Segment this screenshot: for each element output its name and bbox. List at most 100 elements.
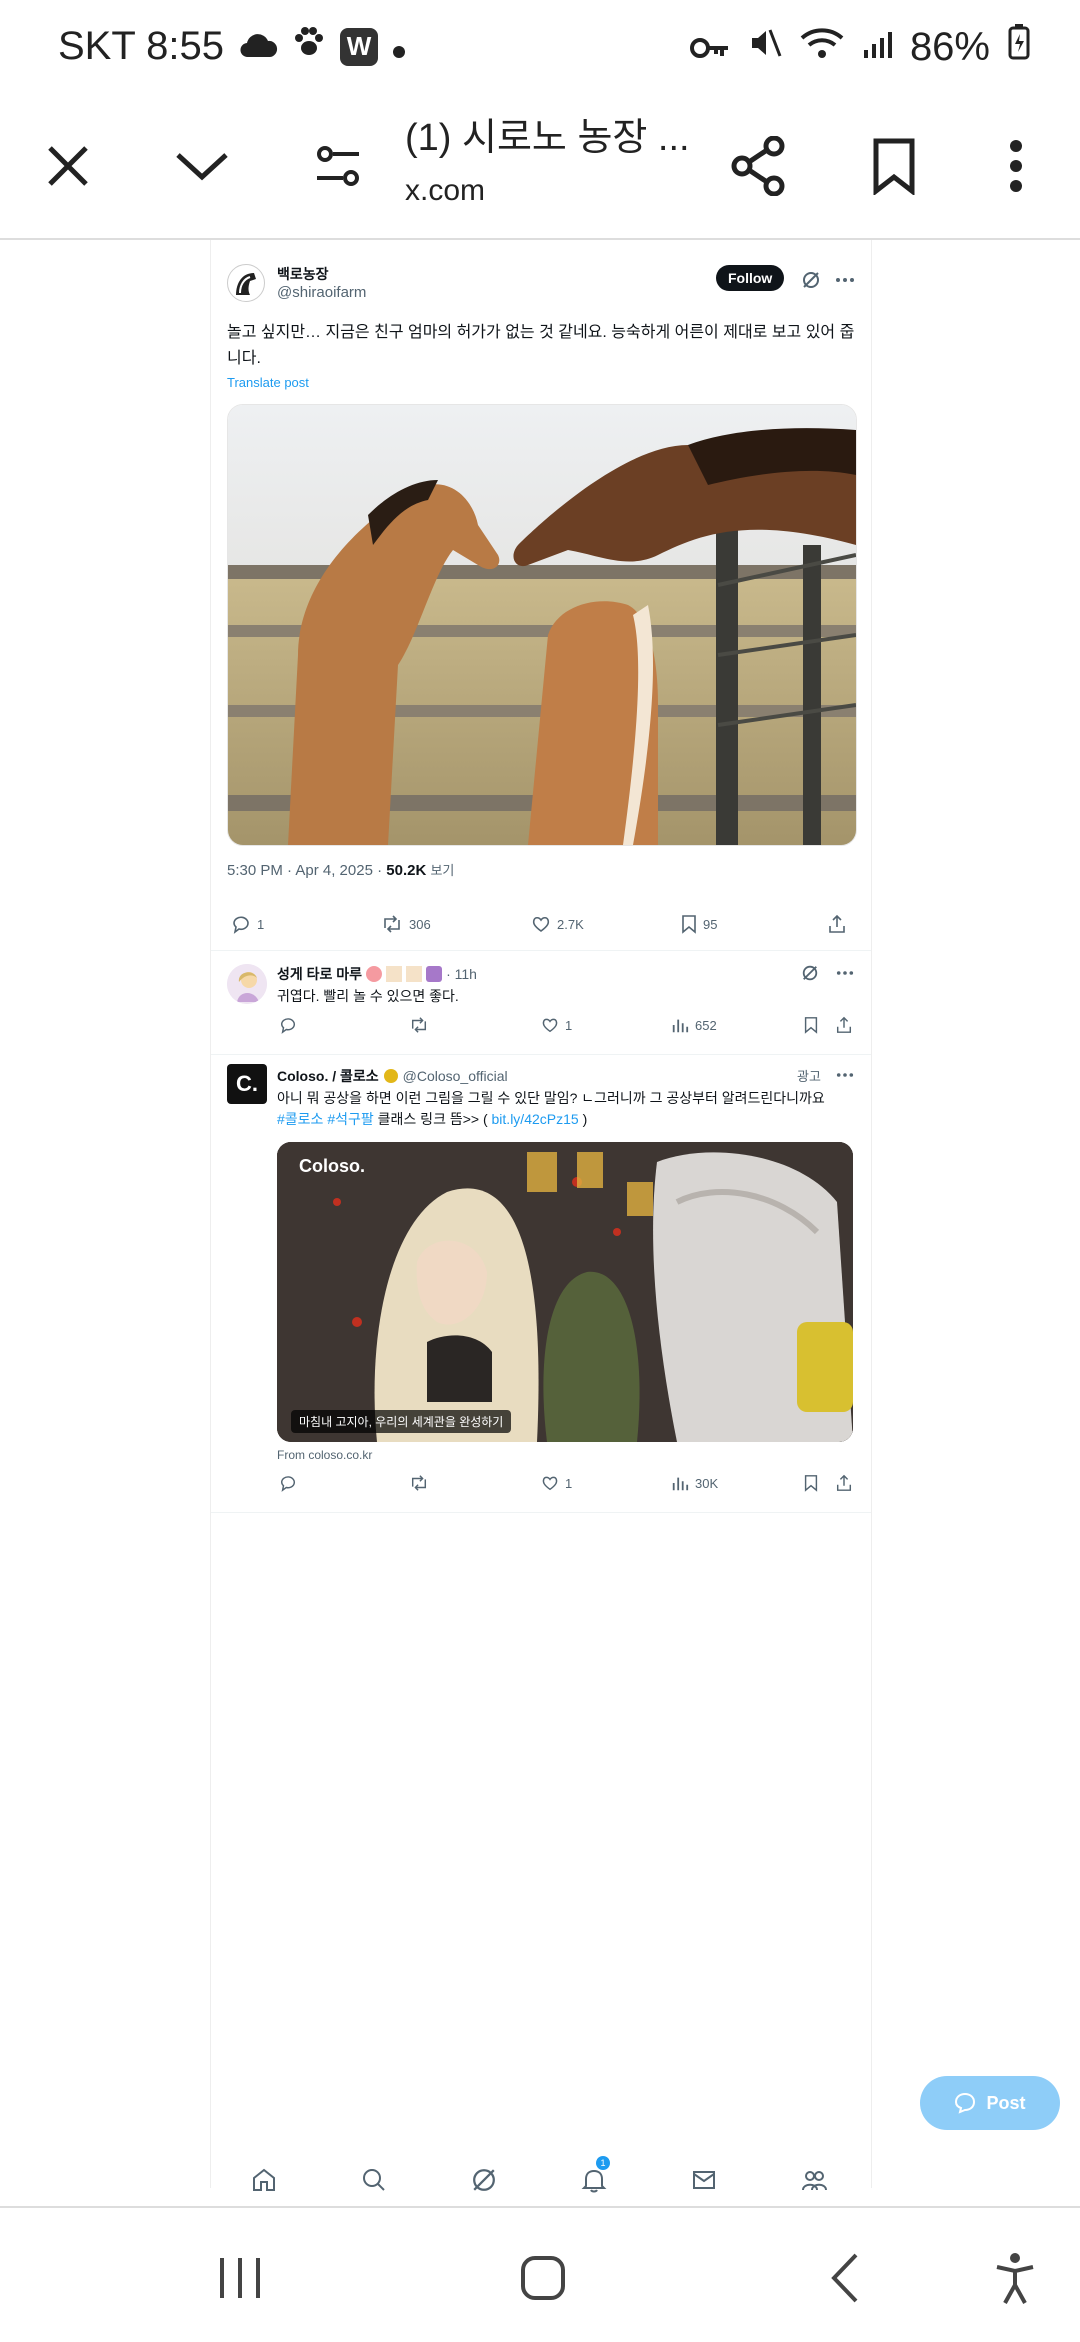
bookmark-count: 95 bbox=[703, 916, 718, 932]
home-system-button[interactable] bbox=[508, 2248, 578, 2308]
reply-time[interactable]: · 11h bbox=[446, 966, 477, 982]
reply-button[interactable] bbox=[279, 1474, 297, 1492]
share-post-button[interactable] bbox=[827, 914, 847, 934]
compose-post-button[interactable]: Post bbox=[920, 2076, 1060, 2130]
bookmark-button[interactable] bbox=[854, 126, 934, 206]
reply-button[interactable]: 1 bbox=[231, 914, 264, 934]
nav-messages[interactable] bbox=[686, 2162, 722, 2198]
views-button[interactable]: 652 bbox=[671, 1016, 717, 1034]
ad-label: 광고 bbox=[797, 1069, 821, 1084]
app-badge-icon: W bbox=[340, 27, 379, 66]
nav-notifications[interactable]: 1 bbox=[576, 2156, 612, 2198]
follow-button[interactable]: Follow bbox=[716, 265, 785, 291]
nav-search[interactable] bbox=[356, 2162, 392, 2198]
coloso-logo[interactable]: C. bbox=[227, 1064, 267, 1104]
settings-sliders-icon bbox=[317, 146, 359, 186]
verified-gold-icon bbox=[383, 1069, 398, 1083]
avatar[interactable] bbox=[227, 964, 267, 1004]
like-button[interactable]: 1 bbox=[541, 1474, 572, 1492]
repost-icon bbox=[384, 915, 400, 933]
repost-icon bbox=[411, 1017, 427, 1033]
recents-button[interactable] bbox=[205, 2248, 275, 2308]
share-post-button[interactable] bbox=[835, 1016, 853, 1034]
card-source[interactable]: From coloso.co.kr bbox=[277, 1448, 372, 1462]
ad-more-button[interactable] bbox=[835, 1066, 855, 1089]
close-button[interactable] bbox=[28, 126, 108, 206]
post-display-name[interactable]: 백로농장 bbox=[277, 264, 329, 284]
analytics-icon bbox=[672, 1477, 689, 1491]
share-upload-icon bbox=[836, 1016, 852, 1033]
ad-card-image[interactable]: Coloso. 마침내 고지아, 우리의 세계관을 완성하기 bbox=[277, 1142, 853, 1442]
grok-button[interactable] bbox=[801, 270, 821, 295]
post-timestamp[interactable]: 5:30 PM · Apr 4, 2025 · bbox=[227, 862, 382, 879]
grok-icon bbox=[802, 965, 818, 981]
avatar-illustration-icon bbox=[227, 964, 267, 1004]
emoji-square-icon bbox=[386, 966, 403, 982]
post-image[interactable] bbox=[227, 404, 857, 846]
post-views-label: 보기 bbox=[430, 863, 455, 878]
ad-handle[interactable]: @Coloso_official bbox=[403, 1068, 508, 1084]
card-caption: 마침내 고지아, 우리의 세계관을 완성하기 bbox=[291, 1410, 512, 1433]
back-button[interactable] bbox=[810, 2248, 880, 2308]
notification-badge: 1 bbox=[596, 2156, 610, 2170]
ad-text: 아니 뭐 공상을 하면 이런 그림을 그릴 수 있단 말임? ㄴ그러니까 그 공… bbox=[277, 1090, 825, 1106]
chevron-down-icon bbox=[176, 153, 228, 181]
nav-communities[interactable] bbox=[796, 2162, 832, 2198]
views-button[interactable]: 30K bbox=[671, 1474, 718, 1492]
grok-icon bbox=[473, 2169, 495, 2191]
grok-button[interactable] bbox=[801, 964, 819, 987]
reply-display-name[interactable]: 성게 타로 마루 bbox=[277, 964, 362, 984]
ad-text: 클래스 링크 뜸>> ( bbox=[377, 1111, 488, 1127]
page-url[interactable]: x.com bbox=[405, 174, 485, 208]
search-icon bbox=[363, 2169, 385, 2191]
grok-icon bbox=[803, 272, 819, 288]
reply-actions: 1 652 bbox=[211, 1016, 871, 1046]
reply-button[interactable] bbox=[279, 1016, 297, 1034]
accessibility-button[interactable] bbox=[980, 2248, 1050, 2308]
carrier-time: SKT 8:55 bbox=[58, 24, 225, 68]
more-menu-button[interactable] bbox=[976, 126, 1056, 206]
reply-icon bbox=[280, 1476, 295, 1492]
ad-actions: 1 30K bbox=[211, 1474, 871, 1504]
repost-button[interactable] bbox=[409, 1016, 429, 1034]
like-count: 1 bbox=[565, 1017, 573, 1033]
post-views-count: 50.2K bbox=[386, 862, 427, 879]
hashtag-link[interactable]: #콜로소 bbox=[277, 1111, 323, 1127]
like-button[interactable]: 2.7K bbox=[531, 914, 584, 934]
hashtag-link[interactable]: #석구팔 bbox=[327, 1111, 373, 1127]
share-upload-icon bbox=[836, 1474, 852, 1491]
bookmark-icon bbox=[873, 138, 915, 195]
page-title: (1) 시로노 농장 ... bbox=[405, 117, 690, 159]
ad-display-name[interactable]: Coloso. / 콜로소 bbox=[277, 1066, 379, 1086]
repost-button[interactable]: 306 bbox=[381, 914, 431, 934]
reply-count: 1 bbox=[257, 916, 265, 932]
translate-post-link[interactable]: Translate post bbox=[227, 375, 309, 390]
repost-icon bbox=[411, 1475, 427, 1491]
bookmark-post-button[interactable]: 95 bbox=[681, 914, 717, 934]
like-count: 2.7K bbox=[557, 916, 584, 932]
repost-button[interactable] bbox=[409, 1474, 429, 1492]
paw-icon bbox=[292, 24, 326, 69]
reply-icon bbox=[233, 916, 249, 934]
bookmark-post-button[interactable] bbox=[803, 1016, 819, 1034]
cloud-icon bbox=[238, 24, 278, 69]
like-count: 1 bbox=[565, 1475, 573, 1491]
bookmark-post-button[interactable] bbox=[803, 1474, 819, 1492]
ad-link[interactable]: bit.ly/42cPz15 bbox=[492, 1111, 579, 1127]
share-button[interactable] bbox=[718, 126, 798, 206]
share-post-button[interactable] bbox=[835, 1474, 853, 1492]
nav-grok[interactable] bbox=[466, 2162, 502, 2198]
avatar[interactable] bbox=[227, 264, 265, 302]
minimize-button[interactable] bbox=[162, 126, 242, 206]
battery-icon bbox=[1008, 24, 1030, 70]
post-more-button[interactable] bbox=[835, 270, 855, 295]
more-horizontal-icon bbox=[836, 1073, 854, 1077]
close-icon bbox=[48, 146, 88, 186]
page-settings-button[interactable] bbox=[298, 126, 378, 206]
post-handle[interactable]: @shiraoifarm bbox=[277, 284, 366, 301]
post-actions: 1 306 2.7K 95 bbox=[211, 914, 871, 944]
like-button[interactable]: 1 bbox=[541, 1016, 572, 1034]
reply-more-button[interactable] bbox=[835, 964, 855, 987]
recents-icon bbox=[220, 2258, 260, 2298]
nav-home[interactable] bbox=[246, 2162, 282, 2198]
